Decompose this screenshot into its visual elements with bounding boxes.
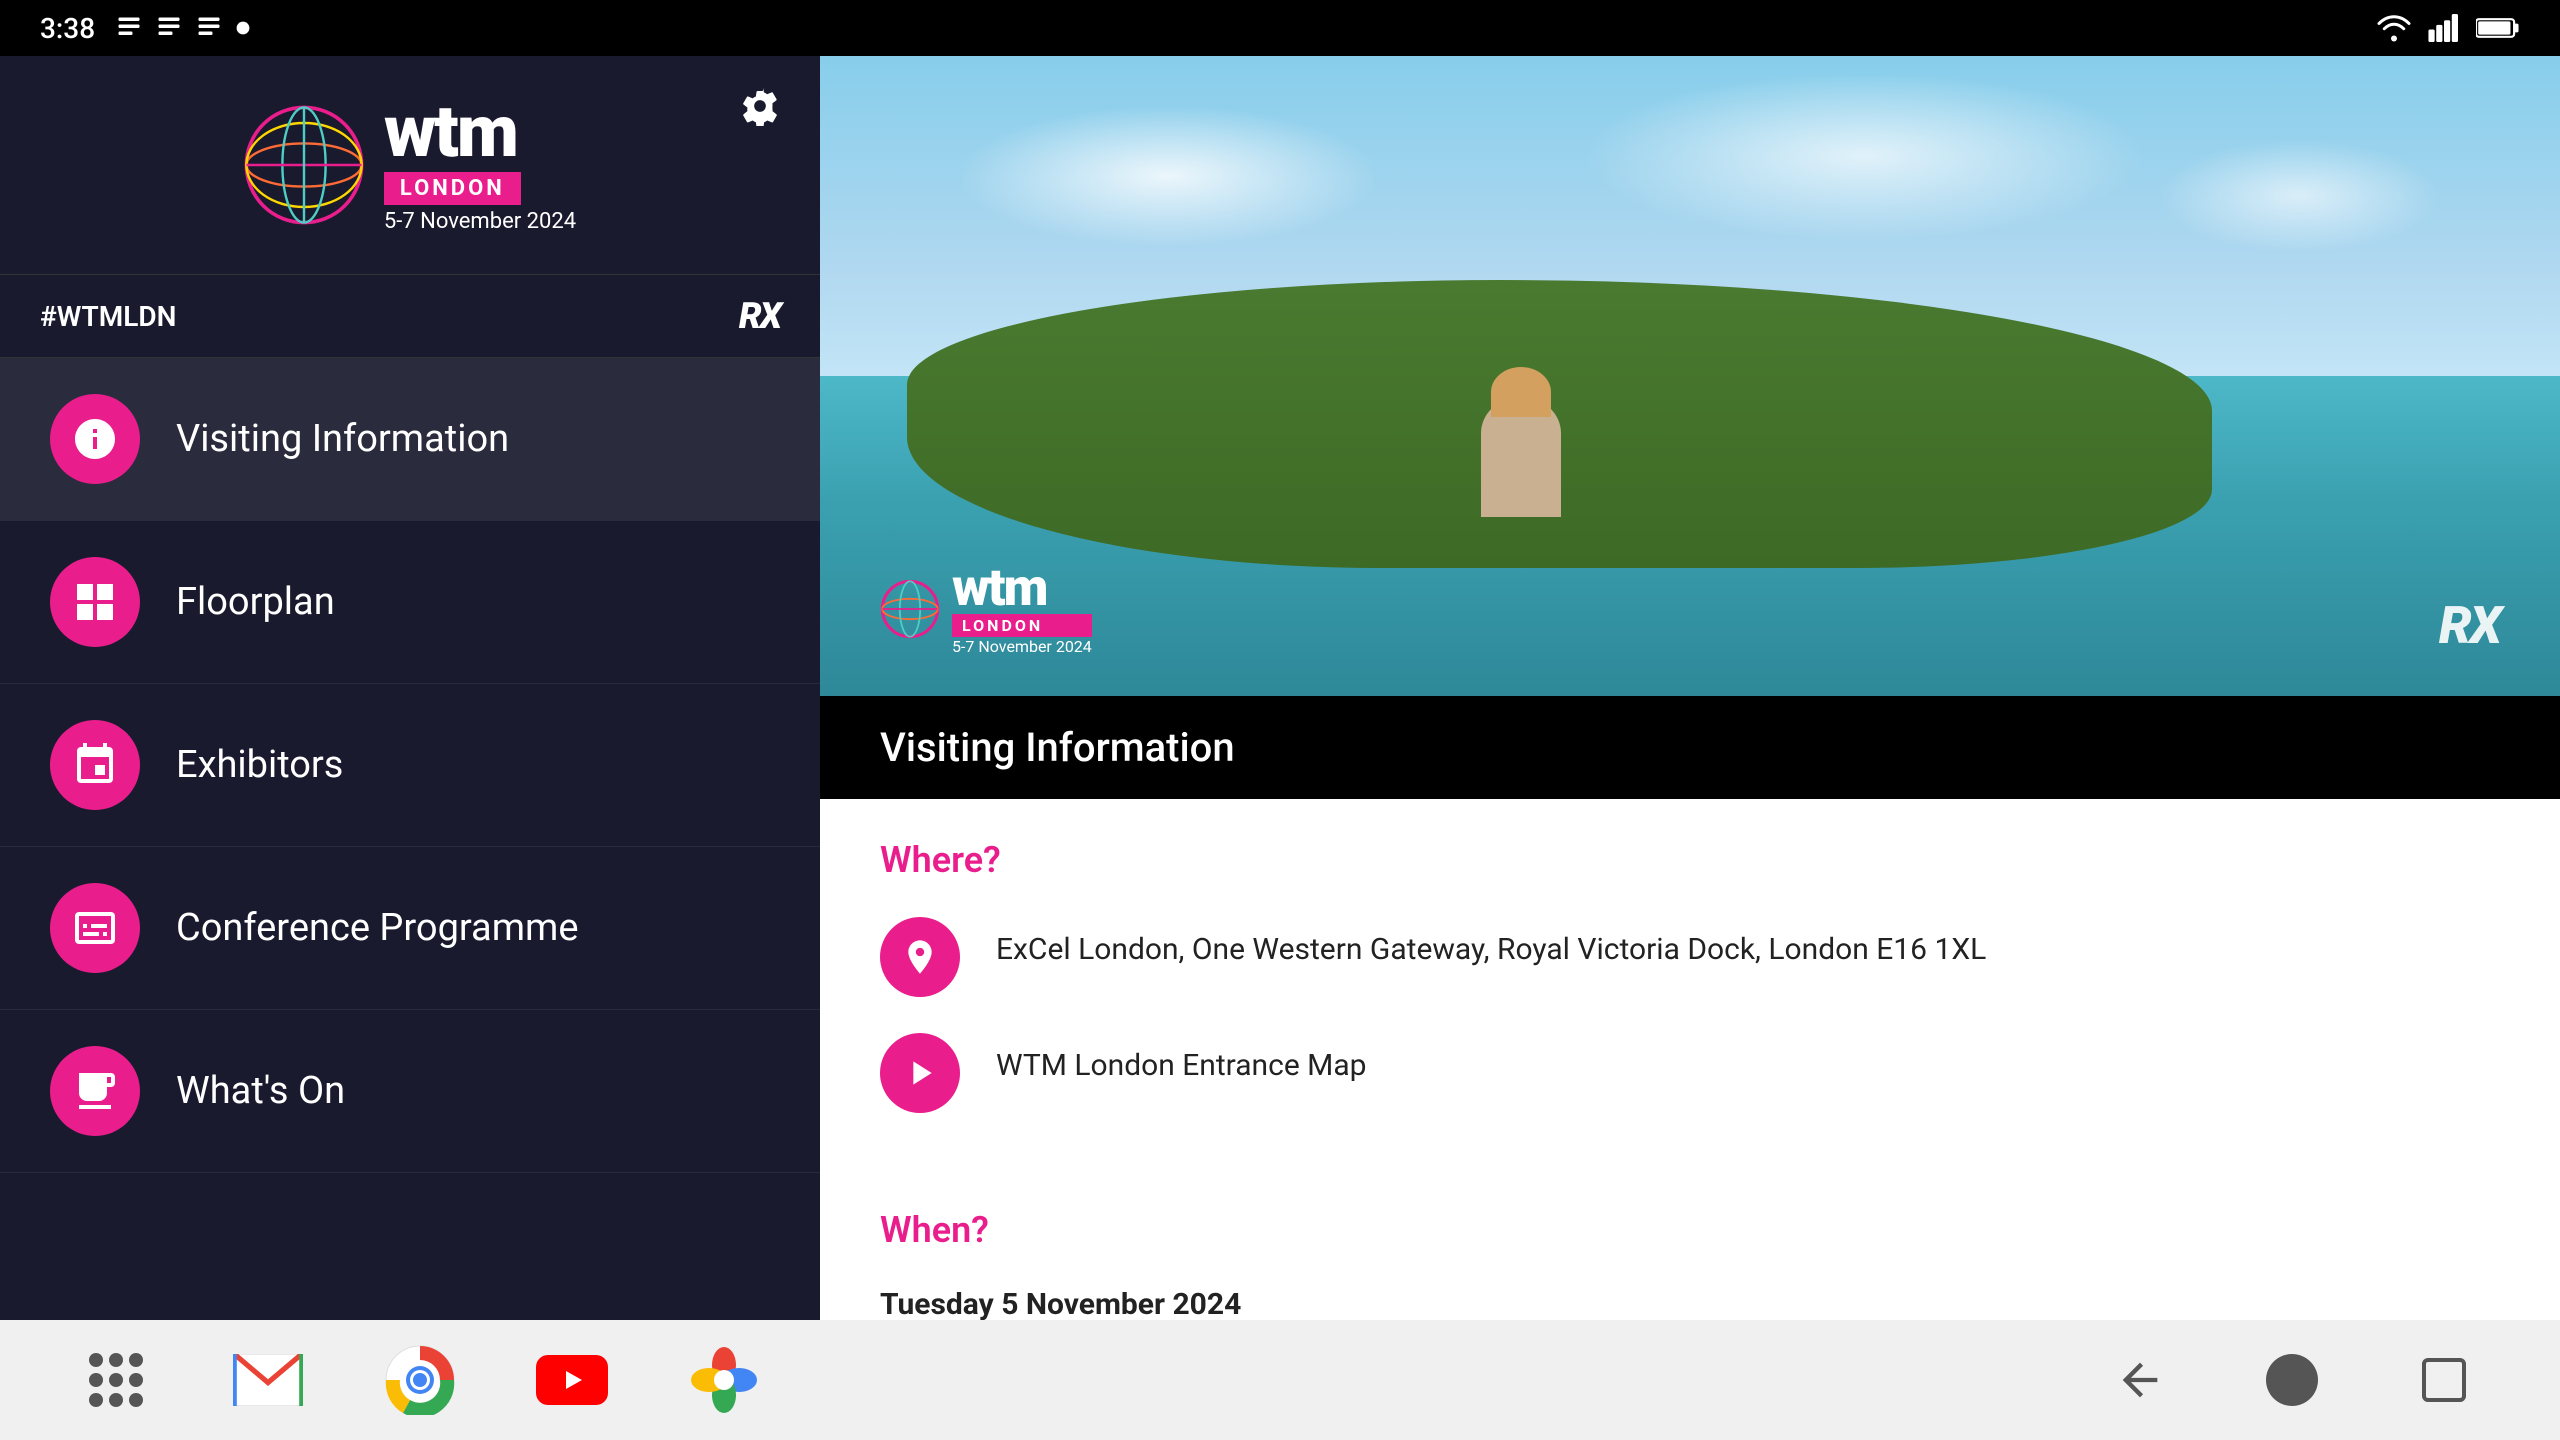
content-title-bar: Visiting Information [820,696,2560,799]
floorplan-icon [71,578,119,626]
conference-icon-circle [50,883,140,973]
dot-icon [235,20,251,36]
floorplan-icon-circle [50,557,140,647]
location-icon-circle [880,917,960,997]
sidebar-item-visiting-info[interactable]: Visiting Information [0,358,820,521]
chrome-button[interactable] [384,1344,456,1416]
recent-apps-button[interactable] [2408,1344,2480,1416]
youtube-button[interactable] [536,1344,608,1416]
apps-button[interactable] [80,1344,152,1416]
bottom-nav-bar [0,1320,2560,1440]
info-icon [71,415,119,463]
google-photos-button[interactable] [688,1344,760,1416]
status-bar-right [2376,14,2520,42]
hero-wtm-text: wtm [952,562,1092,614]
notification-icons [115,14,251,42]
london-badge: LONDON [384,172,521,205]
visiting-info-icon-circle [50,394,140,484]
recent-apps-icon [2422,1358,2466,1402]
play-icon [900,1053,940,1093]
content-body: Where? ExCel London, One Western Gateway… [820,799,2560,1320]
gmail-icon [233,1354,303,1406]
when-heading: When? [880,1209,2500,1251]
wifi-icon [2376,14,2412,42]
nav-items-list: Visiting Information Floorplan Exh [0,358,820,1320]
location-address: ExCel London, One Western Gateway, Royal… [996,917,1986,971]
hero-rx-logo: RX [2439,595,2500,656]
sidebar-item-floorplan[interactable]: Floorplan [0,521,820,684]
sidebar-hashtag-bar: #WTMLDN RX [0,274,820,358]
sidebar-item-whats-on[interactable]: What's On [0,1010,820,1173]
hero-image: wtm LONDON 5-7 November 2024 RX [820,56,2560,696]
hero-building [1481,397,1561,517]
chrome-icon [385,1345,455,1415]
tuesday-label: Tuesday 5 November 2024 [880,1287,2500,1320]
entrance-map-item[interactable]: WTM London Entrance Map [880,1033,2500,1113]
youtube-icon [536,1355,608,1405]
content-panel: Visiting Information Where? ExCel London… [820,696,2560,1320]
battery-icon [2476,16,2520,40]
where-section: Where? ExCel London, One Western Gateway… [880,839,2500,1113]
wtm-globe-icon [244,105,364,225]
when-section: When? Tuesday 5 November 2024 Show timin… [880,1209,2500,1320]
visiting-info-label: Visiting Information [176,417,509,461]
tuesday-day: Tuesday 5 November 2024 Show timings: 9:… [880,1287,2500,1320]
event-dates: 5-7 November 2024 [384,209,576,234]
content-area: wtm LONDON 5-7 November 2024 RX Visiting… [820,56,2560,1320]
hero-wtm-logo: wtm LONDON 5-7 November 2024 [880,562,1092,656]
status-bar: 3:38 [0,0,2560,56]
apps-grid-icon [89,1353,143,1407]
signal-icon [2428,14,2460,42]
whatson-icon-circle [50,1046,140,1136]
main-container: wtm LONDON 5-7 November 2024 #WTMLDN RX … [0,56,2560,1320]
location-pin-icon [900,937,940,977]
notification-icon-3 [195,14,223,42]
hero-london-badge: LONDON [952,614,1092,637]
logo-container: wtm LONDON 5-7 November 2024 [244,96,576,234]
wtm-text-group: wtm LONDON 5-7 November 2024 [384,96,576,234]
exhibitors-icon-circle [50,720,140,810]
hero-clouds [820,76,2560,276]
google-photos-icon [689,1345,759,1415]
sidebar-item-conference-programme[interactable]: Conference Programme [0,847,820,1010]
status-bar-left: 3:38 [40,12,251,45]
play-icon-circle [880,1033,960,1113]
conference-programme-label: Conference Programme [176,906,579,950]
notification-icon-1 [115,14,143,42]
sidebar: wtm LONDON 5-7 November 2024 #WTMLDN RX … [0,56,820,1320]
hero-wtm-overlay: wtm LONDON 5-7 November 2024 [880,562,1092,656]
conference-icon [71,904,119,952]
bottom-nav-left [80,1344,760,1416]
rx-logo: RX [739,295,780,337]
clock: 3:38 [40,12,95,45]
back-icon [2114,1354,2166,1406]
page-title: Visiting Information [880,724,2500,771]
where-heading: Where? [880,839,2500,881]
settings-button[interactable] [740,86,780,135]
exhibitors-label: Exhibitors [176,743,343,787]
sidebar-item-exhibitors[interactable]: Exhibitors [0,684,820,847]
notification-icon-2 [155,14,183,42]
hero-dates: 5-7 November 2024 [952,637,1092,656]
floorplan-label: Floorplan [176,580,335,624]
youtube-play-icon [554,1365,590,1395]
whatson-icon [71,1067,119,1115]
entrance-map-label: WTM London Entrance Map [996,1033,1367,1087]
home-button[interactable] [2256,1344,2328,1416]
gmail-button[interactable] [232,1344,304,1416]
whats-on-label: What's On [176,1069,345,1113]
sidebar-header: wtm LONDON 5-7 November 2024 [0,56,820,274]
home-icon [2266,1354,2318,1406]
hero-globe-icon [880,579,940,639]
wtm-brand-name: wtm [384,96,517,168]
section-divider [880,1149,2500,1189]
hashtag-label: #WTMLDN [40,300,176,333]
bottom-nav-right [2104,1344,2480,1416]
exhibitors-icon [71,741,119,789]
back-button[interactable] [2104,1344,2176,1416]
location-item[interactable]: ExCel London, One Western Gateway, Royal… [880,917,2500,997]
